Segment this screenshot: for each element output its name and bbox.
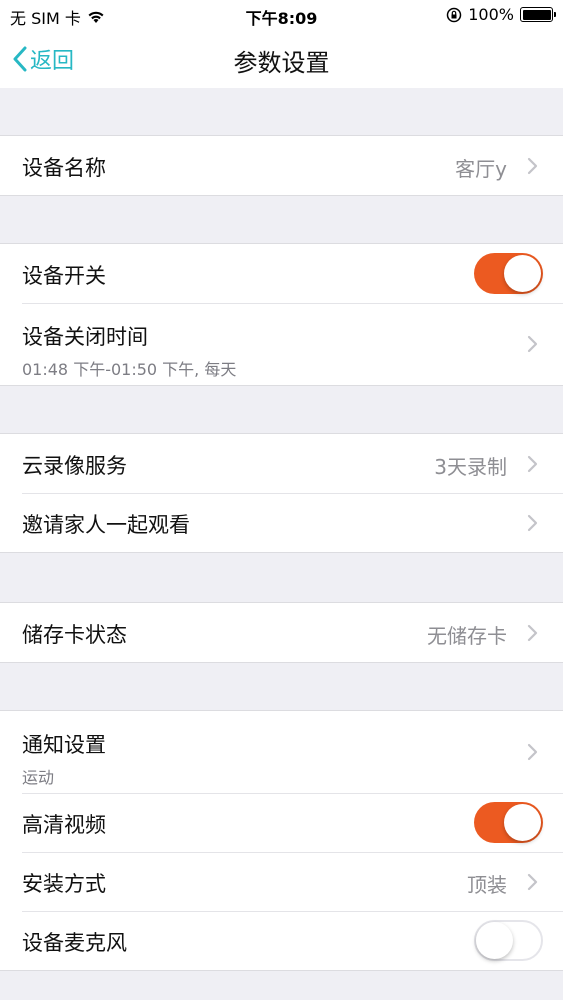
row-label: 安装方式	[22, 872, 106, 896]
settings-group-cloud: 云录像服务 3天录制 邀请家人一起观看	[0, 433, 563, 553]
row-label: 云录像服务	[22, 454, 127, 478]
chevron-right-icon	[527, 624, 538, 642]
status-right: 100%	[446, 5, 556, 24]
page-title: 参数设置	[233, 49, 330, 77]
row-label: 储存卡状态	[22, 623, 127, 647]
row-label: 设备麦克风	[22, 931, 127, 955]
row-storage-card[interactable]: 储存卡状态 无储存卡	[0, 603, 563, 662]
row-label: 通知设置	[22, 733, 106, 757]
hd-video-toggle[interactable]	[474, 802, 543, 843]
chevron-right-icon	[527, 157, 538, 175]
settings-group-power: 设备开关 设备关闭时间 01:48 下午-01:50 下午, 每天	[0, 243, 563, 386]
chevron-right-icon	[527, 873, 538, 891]
row-value: 顶装	[467, 873, 507, 897]
row-device-switch: 设备开关	[0, 244, 563, 303]
toggle-knob	[504, 804, 541, 841]
row-invite-family[interactable]: 邀请家人一起观看	[0, 493, 563, 552]
chevron-right-icon	[527, 335, 538, 353]
row-notification-settings[interactable]: 通知设置 运动	[0, 711, 563, 793]
row-label: 高清视频	[22, 813, 106, 837]
row-device-name[interactable]: 设备名称 客厅y	[0, 136, 563, 195]
row-label: 设备名称	[22, 156, 106, 180]
row-value: 无储存卡	[427, 624, 507, 648]
row-subtitle: 运动	[22, 768, 55, 787]
rotation-lock-icon	[447, 7, 462, 22]
battery-percent: 100%	[468, 5, 514, 24]
row-cloud-recording[interactable]: 云录像服务 3天录制	[0, 434, 563, 493]
microphone-toggle[interactable]	[474, 920, 543, 961]
battery-icon	[520, 7, 556, 22]
row-value: 客厅y	[455, 157, 507, 181]
settings-group-misc: 通知设置 运动 高清视频 安装方式 顶装 设备麦克风	[0, 710, 563, 971]
device-switch-toggle[interactable]	[474, 253, 543, 294]
row-label: 设备关闭时间	[22, 325, 148, 349]
settings-group-name: 设备名称 客厅y	[0, 135, 563, 196]
status-bar: 无 SIM 卡 下午8:09 100%	[0, 0, 563, 30]
chevron-right-icon	[527, 743, 538, 761]
row-hd-video: 高清视频	[0, 793, 563, 852]
chevron-right-icon	[527, 455, 538, 473]
row-subtitle: 01:48 下午-01:50 下午, 每天	[22, 360, 237, 379]
row-value: 3天录制	[434, 455, 507, 479]
toggle-knob	[476, 922, 513, 959]
row-label: 设备开关	[22, 264, 106, 288]
chevron-right-icon	[527, 514, 538, 532]
row-device-off-time[interactable]: 设备关闭时间 01:48 下午-01:50 下午, 每天	[0, 303, 563, 385]
settings-group-storage: 储存卡状态 无储存卡	[0, 602, 563, 663]
row-install-mode[interactable]: 安装方式 顶装	[0, 852, 563, 911]
row-device-microphone: 设备麦克风	[0, 911, 563, 970]
nav-bar: 返回 参数设置	[0, 30, 563, 88]
row-label: 邀请家人一起观看	[22, 513, 190, 537]
toggle-knob	[504, 255, 541, 292]
